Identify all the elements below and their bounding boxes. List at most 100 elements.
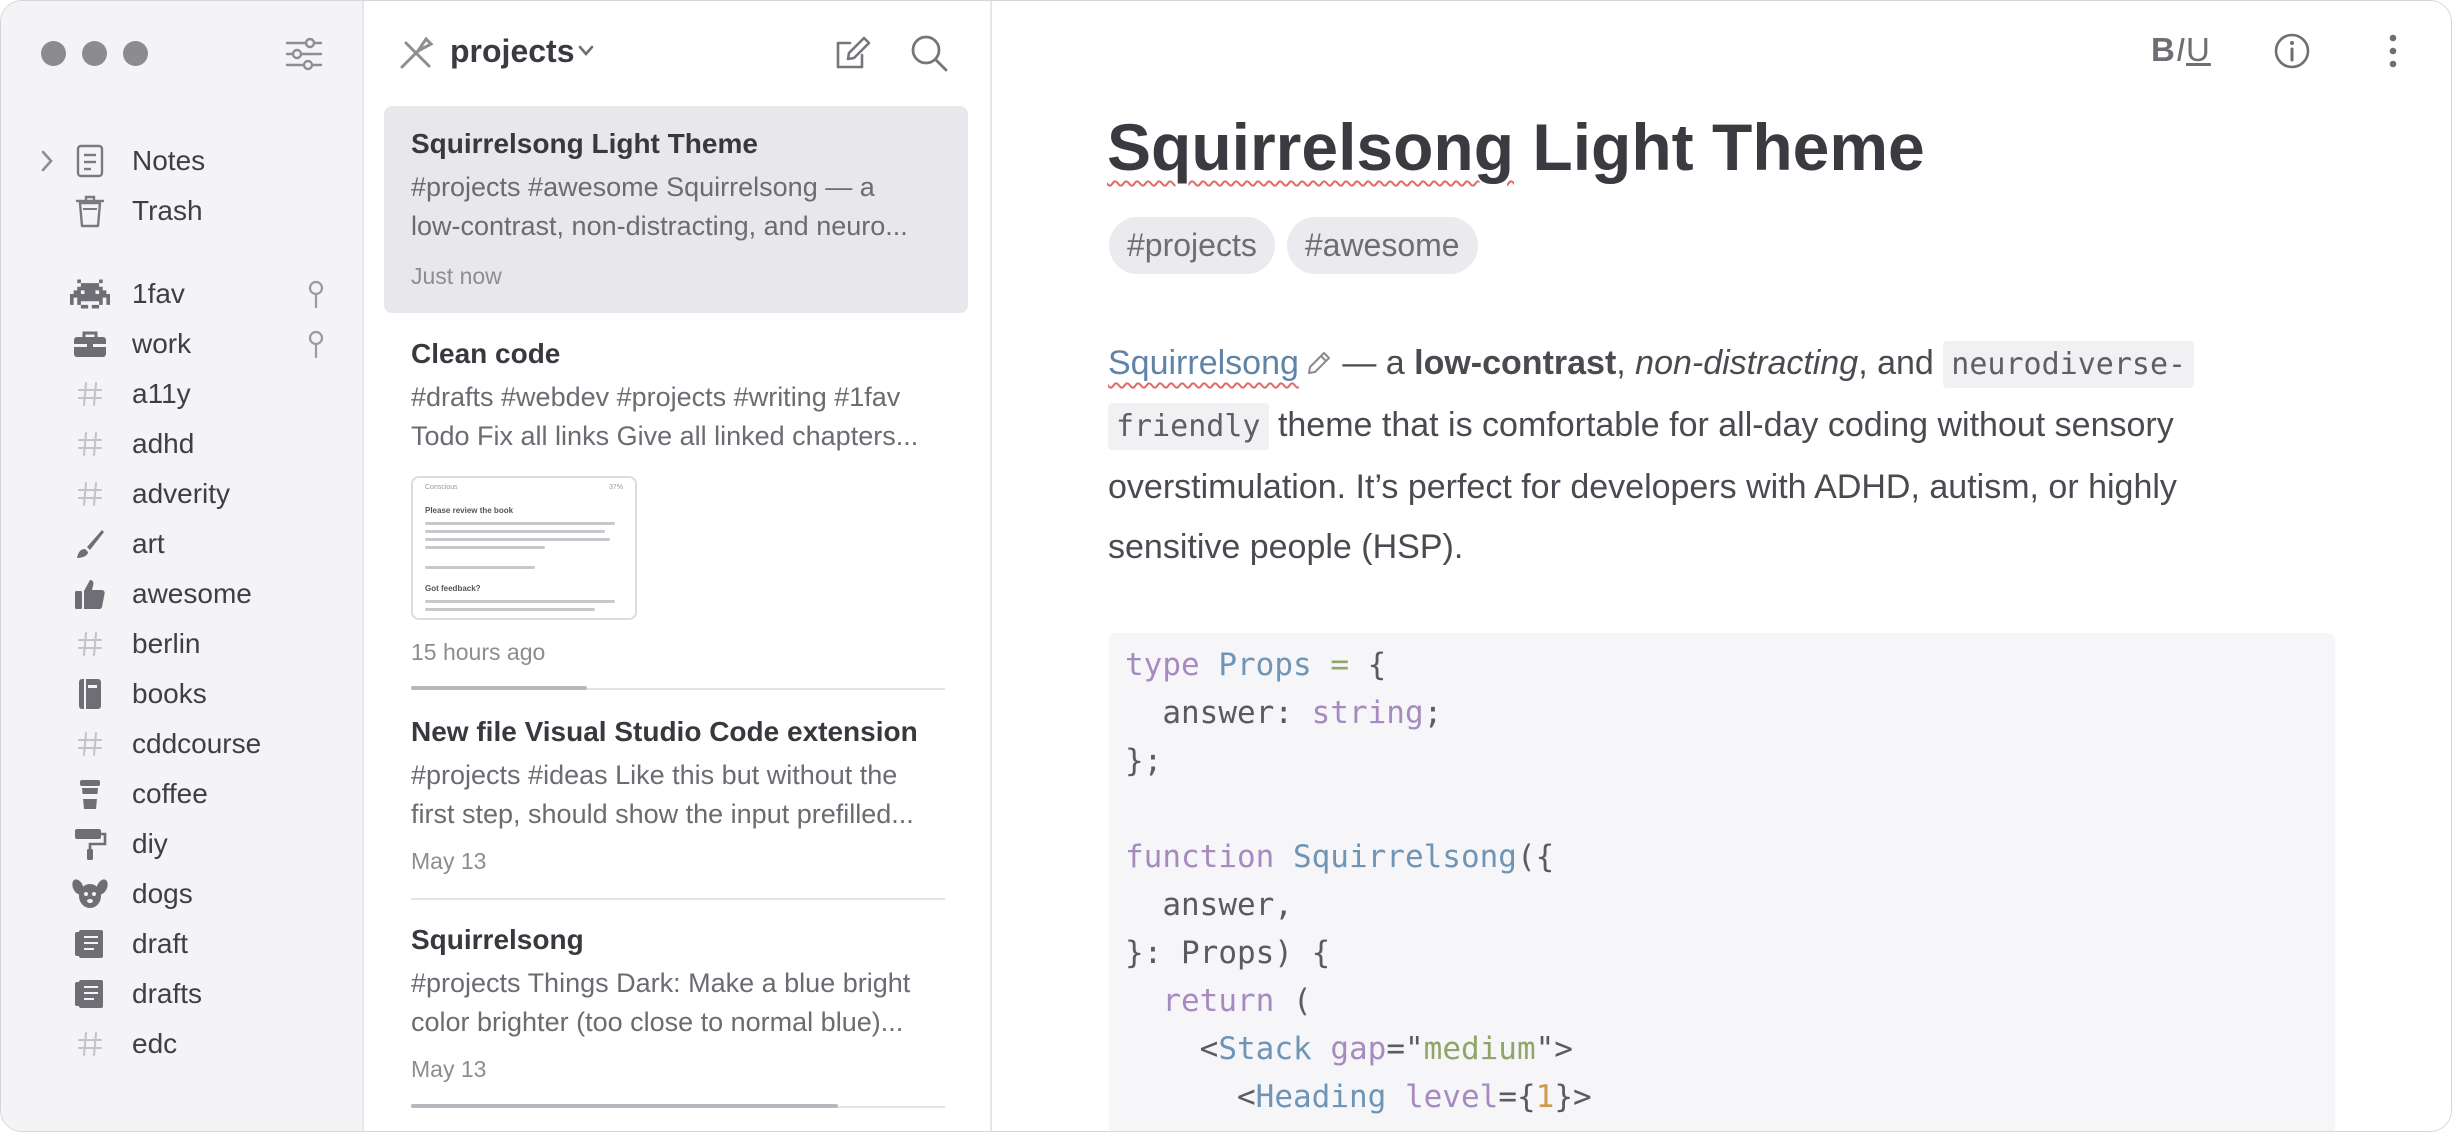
inline-code: neurodiverse-: [1943, 341, 2195, 388]
sidebar-item-label: Notes: [132, 145, 206, 176]
search-icon[interactable]: [909, 33, 949, 73]
document-title[interactable]: Squirrelsong Light Theme: [1107, 109, 1925, 185]
sidebar-item-berlin[interactable]: berlin: [1, 619, 362, 669]
code-token: };: [1125, 743, 1163, 779]
sidebar-item-work[interactable]: work: [1, 319, 362, 369]
editor-toolbar: BIU: [2151, 31, 2451, 81]
note-card-squirrelsong[interactable]: Squirrelsong #projects Things Dark: Make…: [384, 909, 968, 1109]
chevron-down-icon[interactable]: [576, 43, 596, 59]
sidebar-item-dogs[interactable]: dogs: [1, 869, 362, 919]
note-card-squirrelsong-light-theme[interactable]: Squirrelsong Light Theme #projects #awes…: [384, 106, 968, 313]
sidebar-item-adhd[interactable]: adhd: [1, 419, 362, 469]
tag-pill[interactable]: #projects: [1109, 217, 1275, 274]
sidebar-item-label: work: [132, 328, 192, 359]
minimize-window-button[interactable]: [82, 41, 107, 66]
code-token: Props: [1218, 647, 1312, 683]
code-token: Heading: [1255, 1079, 1387, 1115]
wiki-link[interactable]: Squirrelsong: [1108, 344, 1299, 382]
code-block[interactable]: type Props = { answer: string;}; function…: [1109, 633, 2335, 1131]
code-line: }: Props) {: [1125, 935, 1330, 971]
sidebar-item-label: draft: [132, 928, 189, 959]
code-token: =": [1386, 1031, 1424, 1067]
sidebar-item-draft[interactable]: draft: [1, 919, 362, 969]
note-card-date: May 13: [411, 848, 487, 874]
pencil-icon[interactable]: [1305, 349, 1333, 377]
trash-icon: [69, 190, 111, 232]
code-token: Stack: [1218, 1031, 1312, 1067]
note-card-preview: #projects #ideas Like this but without t…: [411, 756, 951, 834]
code-token: level: [1404, 1079, 1499, 1115]
code-token: type: [1125, 647, 1200, 683]
sidebar-item-label: a11y: [132, 378, 191, 409]
note-card-title: New file Visual Studio Code extension: [411, 716, 918, 747]
sidebar-item-awesome[interactable]: awesome: [1, 569, 362, 619]
note-card-clean-code[interactable]: Clean code #drafts #webdev #projects #wr…: [384, 321, 968, 693]
code-token: ={: [1498, 1079, 1536, 1115]
hash-icon: [69, 623, 111, 665]
divider: [411, 898, 945, 900]
sidebar-item-diy[interactable]: diy: [1, 819, 362, 869]
code-token: ({: [1516, 839, 1555, 875]
sidebar-item-a11y[interactable]: a11y: [1, 369, 362, 419]
tools-icon: [400, 36, 434, 69]
close-window-button[interactable]: [41, 41, 66, 66]
thumbnail-line: [425, 608, 595, 611]
code-token: string: [1311, 695, 1424, 731]
note-list-title[interactable]: projects: [450, 33, 574, 70]
para-text: ,: [1616, 344, 1636, 382]
hash-icon: [69, 373, 111, 415]
receipt-icon: [69, 923, 111, 965]
tag-pill[interactable]: #awesome: [1286, 217, 1478, 274]
pin-icon: [308, 280, 324, 309]
sliders-icon[interactable]: [284, 34, 324, 74]
pin-icon: [308, 330, 324, 359]
thumbnail-line: [425, 546, 545, 549]
inline-code: friendly: [1108, 403, 1269, 450]
note-card-new-file-vscode-extension[interactable]: New file Visual Studio Code extension #p…: [384, 701, 968, 901]
sidebar-item-label: coffee: [132, 778, 208, 809]
chevron-right-icon[interactable]: [37, 148, 57, 174]
sidebar-item-label: art: [132, 528, 165, 559]
text-format-button[interactable]: BIU: [2151, 31, 2211, 69]
code-token: ;: [1423, 695, 1443, 731]
para-text: overstimulation. It’s perfect for develo…: [1108, 468, 2177, 506]
code-line: function Squirrelsong({: [1125, 839, 1554, 875]
code-line: type Props = {: [1125, 647, 1386, 683]
sidebar-item-label: awesome: [132, 578, 252, 609]
sidebar-item-books[interactable]: books: [1, 669, 362, 719]
sidebar-item-1fav[interactable]: 1fav: [1, 269, 362, 319]
more-vertical-icon[interactable]: [2373, 31, 2413, 71]
sidebar-item-label: Trash: [132, 195, 203, 226]
space-invader-icon: [69, 273, 111, 315]
thumbnail-line: [425, 538, 610, 541]
dog-icon: [69, 873, 111, 915]
code-token: Squirrelsong: [1292, 839, 1517, 875]
sidebar-item-drafts[interactable]: drafts: [1, 969, 362, 1019]
sidebar-item-cddcourse[interactable]: cddcourse: [1, 719, 362, 769]
title-rest: Light Theme: [1514, 110, 1925, 184]
note-icon: [69, 140, 111, 182]
sidebar-item-art[interactable]: art: [1, 519, 362, 569]
sidebar-item-edc[interactable]: edc: [1, 1019, 362, 1069]
note-card-preview: #projects #awesome Squirrelsong — a low-…: [411, 168, 951, 246]
note-card-date: 15 hours ago: [411, 639, 546, 665]
sidebar-item-notes[interactable]: Notes: [1, 136, 362, 186]
hash-icon: [69, 723, 111, 765]
info-icon[interactable]: [2272, 31, 2312, 71]
note-card-preview-line: #drafts #webdev #projects #writing #1fav: [411, 382, 901, 412]
sidebar-item-coffee[interactable]: coffee: [1, 769, 362, 819]
compose-icon[interactable]: [832, 33, 872, 73]
note-card-preview: #drafts #webdev #projects #writing #1fav…: [411, 378, 951, 456]
coffee-cup-icon: [69, 773, 111, 815]
sidebar-item-trash[interactable]: Trash: [1, 186, 362, 236]
sidebar-item-adverity[interactable]: adverity: [1, 469, 362, 519]
document-paragraph[interactable]: Squirrelsong — a low-contrast, non-distr…: [1108, 333, 2338, 577]
zoom-window-button[interactable]: [123, 41, 148, 66]
code-token: answer: [1125, 695, 1275, 731]
note-card-title: Clean code: [411, 338, 561, 369]
code-token: =: [1330, 647, 1349, 683]
briefcase-icon: [69, 323, 111, 365]
